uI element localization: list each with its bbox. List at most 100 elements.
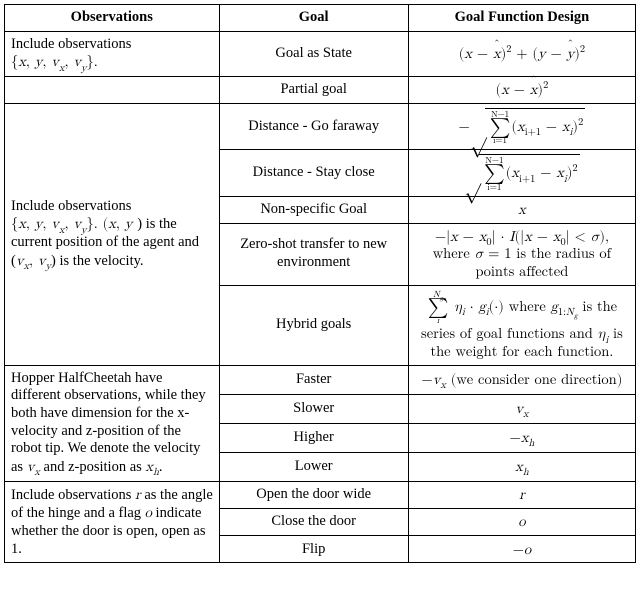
func-cell: −xh [408, 423, 635, 452]
table-row: Include observations {x, y, vx, vy}. (x,… [5, 103, 636, 150]
goal-cell: Close the door [219, 508, 408, 535]
sub-y: y [81, 226, 87, 236]
header-observations: Observations [5, 5, 220, 32]
var-x: x [18, 216, 26, 231]
goal-cell: Non-specific Goal [219, 196, 408, 223]
sub-x: x [59, 226, 65, 236]
var-x: x [108, 216, 116, 231]
var-N: N [566, 308, 574, 318]
func-cell: √ N−1∑i=1(xi+1 − xi)2 [408, 150, 635, 197]
sub-y: y [46, 262, 52, 272]
var-x: x [517, 119, 525, 134]
var-I: I [509, 229, 514, 244]
lt-sign: < [575, 229, 586, 244]
func-cell: (x − xˆ)2 + (y − yˆ)2 [408, 31, 635, 76]
var-x: x [562, 119, 570, 134]
var-v: v [38, 253, 46, 268]
table-row: Hopper HalfCheetah have different observ… [5, 365, 636, 394]
var-x: x [518, 202, 526, 217]
header-goal: Goal [219, 5, 408, 32]
sub-g: g [440, 296, 443, 302]
sub-i: i [486, 308, 489, 318]
minus-sign: − [513, 542, 524, 557]
minus-sign: − [459, 119, 470, 134]
minus-sign: − [435, 229, 446, 244]
comma: , [26, 216, 35, 231]
sub-g: g [574, 313, 578, 320]
goal-cell: Distance - Go faraway [219, 103, 408, 150]
goal-cell: Lower [219, 452, 408, 481]
comma: , [116, 216, 125, 231]
obs-text: Include observations [11, 198, 131, 214]
table-row: Include observations r as the angle of t… [5, 481, 636, 508]
func-cell: (x − xˆ)2 [408, 77, 635, 104]
obs-cell-3: Hopper HalfCheetah have different observ… [5, 365, 220, 481]
var-y: y [538, 46, 546, 61]
var-x: x [18, 54, 26, 69]
var-x: x [450, 229, 458, 244]
sum-icon: N−1∑i=1 [490, 110, 511, 146]
goal-cell: Zero-shot transfer to new environment [219, 223, 408, 285]
func-cell: −o [408, 536, 635, 563]
goal-cell: Distance - Stay close [219, 150, 408, 197]
sub-x: x [59, 64, 65, 74]
func-cell: o [408, 508, 635, 535]
sub-y: y [81, 64, 87, 74]
goal-functions-table-wrapper: Observations Goal Goal Function Design I… [0, 0, 640, 567]
table-row: Partial goal (x − xˆ)2 [5, 77, 636, 104]
goal-cell: Goal as State [219, 31, 408, 76]
goal-cell: Hybrid goals [219, 285, 408, 365]
goal-cell: Faster [219, 365, 408, 394]
eq-text: = 1 [483, 246, 511, 261]
sub: 0 [486, 238, 491, 248]
text: }. ( [86, 216, 108, 231]
var-sigma: σ [475, 246, 484, 261]
goal-text: Zero-shot transfer to new [240, 236, 387, 252]
func-cell: vx [408, 394, 635, 423]
comma: , [64, 54, 73, 69]
var-v: v [515, 401, 523, 416]
var-x: x [464, 46, 472, 61]
sub-x: x [440, 381, 446, 391]
goal-functions-table: Observations Goal Goal Function Design I… [4, 4, 636, 563]
obs-cell-2: Include observations {x, y, vx, vy}. (x,… [5, 103, 220, 365]
goal-cell: Flip [219, 536, 408, 563]
var-v: v [73, 54, 81, 69]
var-v: v [51, 54, 59, 69]
func-cell: −vx (we consider one direction) [408, 365, 635, 394]
dot-icon: · [470, 299, 474, 314]
obs-text: ) is the velocity. [51, 253, 143, 269]
sub: 0 [560, 238, 565, 248]
obs-text: . [159, 459, 163, 475]
goal-cell: Partial goal [219, 77, 408, 104]
func-cell: r [408, 481, 635, 508]
var-g: g [551, 299, 558, 314]
sub-h: h [528, 439, 534, 449]
obs-cell-1: Include observations {x, y, vx, vy}. [5, 31, 220, 76]
func-cell: −|x − x0| · I(|x − x0| < σ), where σ = 1… [408, 223, 635, 285]
sub-i: i [462, 308, 465, 318]
goal-cell: Open the door wide [219, 481, 408, 508]
obs-cell-empty [5, 77, 220, 104]
func-cell: Ng∑i ηi · gi(·) where g1:Ng is the serie… [408, 285, 635, 365]
sub-h: h [153, 468, 159, 478]
goal-text: environment [277, 254, 350, 270]
var-x: x [515, 459, 523, 474]
dot-icon: · [500, 229, 504, 244]
comma: , [42, 216, 51, 231]
note-text: (we consider one direction) [446, 372, 623, 387]
func-cell: x [408, 196, 635, 223]
note-text: where [504, 299, 551, 314]
var-sigma: σ [591, 229, 600, 244]
sub-x: x [34, 468, 40, 478]
var-o: o [518, 514, 525, 529]
sqrt-icon: √ N−1∑i=1(xi+1 − xi)2 [470, 108, 585, 146]
sqrt-icon: √ N−1∑i=1(xi+1 − xi)2 [464, 154, 579, 192]
var-x: x [556, 165, 564, 180]
var-y: y [125, 216, 133, 231]
sum-icon: Ng∑i [428, 290, 449, 326]
brace-close: }. [86, 54, 97, 69]
goal-cell: Slower [219, 394, 408, 423]
var-o: o [524, 542, 531, 557]
var-x: x [524, 229, 532, 244]
